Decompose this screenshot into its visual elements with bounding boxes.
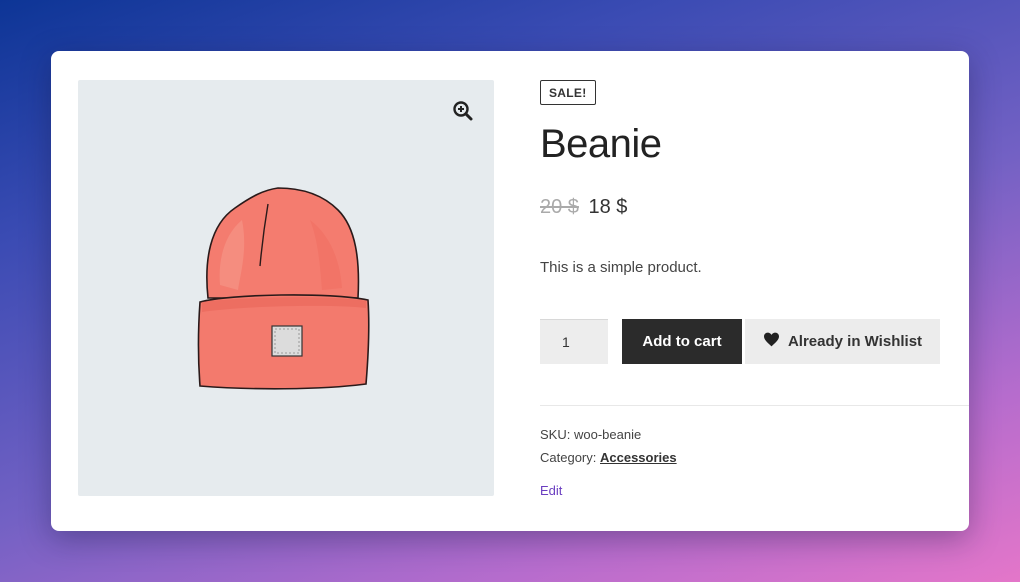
product-price: 20 $ 18 $ [540,193,969,221]
category-label: Category: [540,450,597,465]
category-link[interactable]: Accessories [600,450,677,465]
heart-icon [763,332,780,351]
product-meta: SKU: woo-beanie Category: Accessories [540,423,969,469]
zoom-in-icon[interactable] [452,100,474,122]
edit-link[interactable]: Edit [540,483,562,498]
sale-price: 18 $ [588,196,628,218]
wishlist-label: Already in Wishlist [787,333,923,350]
sku-row: SKU: woo-beanie [540,423,969,446]
product-title: Beanie [540,122,662,166]
add-to-cart-button[interactable]: Add to cart [622,319,742,364]
category-row: Category: Accessories [540,446,969,469]
beanie-image [197,187,370,390]
product-card: SALE! Beanie 20 $ 18 $ This is a simple … [51,51,969,531]
quantity-input[interactable] [540,319,608,364]
old-price: 20 $ [540,196,579,218]
product-summary: SALE! Beanie 20 $ 18 $ This is a simple … [540,80,969,500]
product-gallery[interactable] [78,80,494,496]
sale-badge: SALE! [540,80,596,105]
product-description: This is a simple product. [540,259,702,276]
add-to-cart-form: Add to cart Already in Wishlist [540,319,969,364]
divider [540,405,969,406]
sku-label: SKU: [540,427,571,442]
sku-value: woo-beanie [573,427,642,442]
wishlist-button[interactable]: Already in Wishlist [745,319,940,364]
